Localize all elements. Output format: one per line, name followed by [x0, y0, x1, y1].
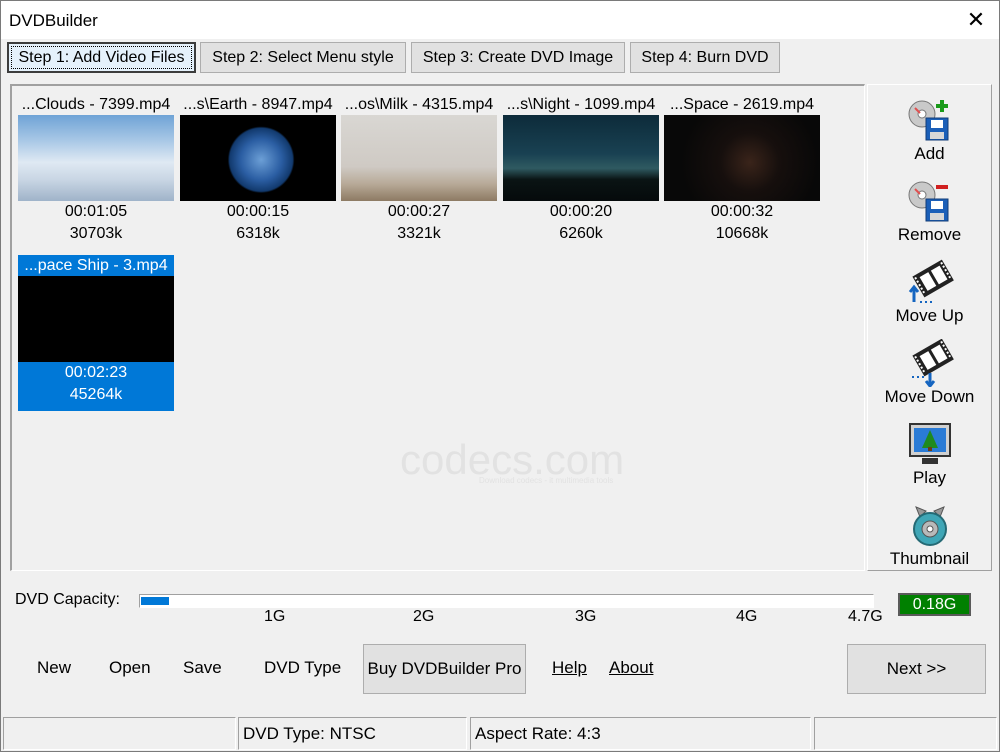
move-up-button[interactable]: Move Up: [868, 252, 991, 330]
video-duration: 00:00:27: [387, 203, 451, 220]
video-file-name: ...Clouds - 7399.mp4: [21, 96, 171, 113]
capacity-tick-1g: 1G: [264, 608, 286, 625]
status-cell-empty-left: [3, 717, 236, 750]
next-button[interactable]: Next >>: [847, 644, 986, 694]
tab-step2-select-menu-style[interactable]: Step 2: Select Menu style: [200, 42, 406, 73]
tab-step1-add-video-files[interactable]: Step 1: Add Video Files: [7, 42, 196, 73]
thumbnail-tool-icon: [912, 506, 947, 546]
open-button[interactable]: Open: [109, 658, 151, 678]
film-move-up-icon: [908, 259, 954, 303]
capacity-tick-4g: 4G: [736, 608, 758, 625]
video-file-name: ...Space - 2619.mp4: [669, 96, 815, 113]
dvd-capacity-fill: [141, 597, 169, 605]
video-size: 30703k: [69, 225, 123, 242]
video-size: 3321k: [397, 225, 441, 242]
video-file-name: ...os\Milk - 4315.mp4: [344, 96, 494, 113]
video-tile[interactable]: ...os\Milk - 4315.mp4 00:00:27 3321k: [341, 94, 497, 250]
video-file-list[interactable]: ...Clouds - 7399.mp4 00:01:05 30703k ...…: [10, 84, 865, 571]
video-thumbnail: [503, 115, 659, 201]
video-file-name: ...s\Earth - 8947.mp4: [183, 96, 333, 113]
thumbnail-label: Thumbnail: [889, 549, 970, 568]
buy-pro-button[interactable]: Buy DVDBuilder Pro: [363, 644, 526, 694]
status-bar: DVD Type: NTSC Aspect Rate: 4:3: [1, 715, 999, 751]
title-bar: DVDBuilder ✕: [1, 1, 999, 39]
tab-step3-create-dvd-image[interactable]: Step 3: Create DVD Image: [411, 42, 625, 73]
close-icon[interactable]: ✕: [953, 1, 999, 39]
video-thumbnail: [180, 115, 336, 201]
move-down-label: Move Down: [884, 387, 975, 406]
dvdbuilder-window: DVDBuilder ✕ Step 1: Add Video Files Ste…: [0, 0, 1000, 752]
video-thumbnail: [664, 115, 820, 201]
video-size: 6260k: [559, 225, 603, 242]
dvd-capacity-label: DVD Capacity:: [15, 591, 120, 608]
video-size: 6318k: [236, 225, 280, 242]
thumbnail-button[interactable]: Thumbnail: [868, 495, 991, 573]
play-button[interactable]: Play: [868, 414, 991, 492]
add-button[interactable]: Add: [868, 90, 991, 168]
window-title: DVDBuilder: [9, 11, 98, 30]
add-label: Add: [914, 144, 945, 163]
status-dvd-type: DVD Type: NTSC: [238, 717, 467, 750]
video-duration: 00:00:20: [549, 203, 613, 220]
capacity-tick-3g: 3G: [575, 608, 597, 625]
film-move-down-icon: [911, 339, 954, 387]
video-thumbnail: [341, 115, 497, 201]
add-disk-icon: [908, 100, 948, 141]
dvd-type-button[interactable]: DVD Type: [264, 658, 341, 678]
video-duration: 00:01:05: [64, 203, 128, 220]
capacity-tick-4-7g: 4.7G: [848, 608, 883, 625]
video-duration: 00:02:23: [64, 364, 128, 381]
help-link[interactable]: Help: [552, 658, 587, 678]
video-tile-selected[interactable]: ...pace Ship - 3.mp4 00:02:23 45264k: [18, 255, 174, 411]
status-cell-empty-right: [814, 717, 997, 750]
dvd-capacity-value: 0.18G: [898, 593, 971, 616]
video-size: 10668k: [715, 225, 769, 242]
video-file-name: ...s\Night - 1099.mp4: [506, 96, 656, 113]
move-down-button[interactable]: Move Down: [868, 333, 991, 411]
capacity-tick-2g: 2G: [413, 608, 435, 625]
video-duration: 00:00:32: [710, 203, 774, 220]
new-button[interactable]: New: [37, 658, 71, 678]
video-file-name: ...pace Ship - 3.mp4: [24, 257, 168, 274]
watermark-subtext: Download codecs - it multimedia tools: [479, 476, 614, 485]
video-duration: 00:00:15: [226, 203, 290, 220]
action-sidebar: Add Remove Move Up Move Down Play Thumbn…: [867, 84, 992, 571]
save-button[interactable]: Save: [183, 658, 222, 678]
video-thumbnail: [18, 115, 174, 201]
video-size: 45264k: [69, 386, 123, 403]
video-tile[interactable]: ...s\Earth - 8947.mp4 00:00:15 6318k: [180, 94, 336, 250]
remove-disk-icon: [908, 181, 948, 222]
move-up-label: Move Up: [895, 306, 964, 325]
video-thumbnail: [18, 276, 174, 362]
video-tile[interactable]: ...s\Night - 1099.mp4 00:00:20 6260k: [503, 94, 659, 250]
tab-step4-burn-dvd[interactable]: Step 4: Burn DVD: [630, 42, 780, 73]
status-aspect-rate: Aspect Rate: 4:3: [470, 717, 811, 750]
dvd-capacity-bar: [139, 594, 874, 608]
remove-label: Remove: [897, 225, 962, 244]
remove-button[interactable]: Remove: [868, 171, 991, 249]
play-monitor-icon: [908, 423, 951, 464]
video-tile[interactable]: ...Clouds - 7399.mp4 00:01:05 30703k: [18, 94, 174, 250]
video-tile[interactable]: ...Space - 2619.mp4 00:00:32 10668k: [664, 94, 820, 250]
play-label: Play: [912, 468, 947, 487]
about-link[interactable]: About: [609, 658, 653, 678]
